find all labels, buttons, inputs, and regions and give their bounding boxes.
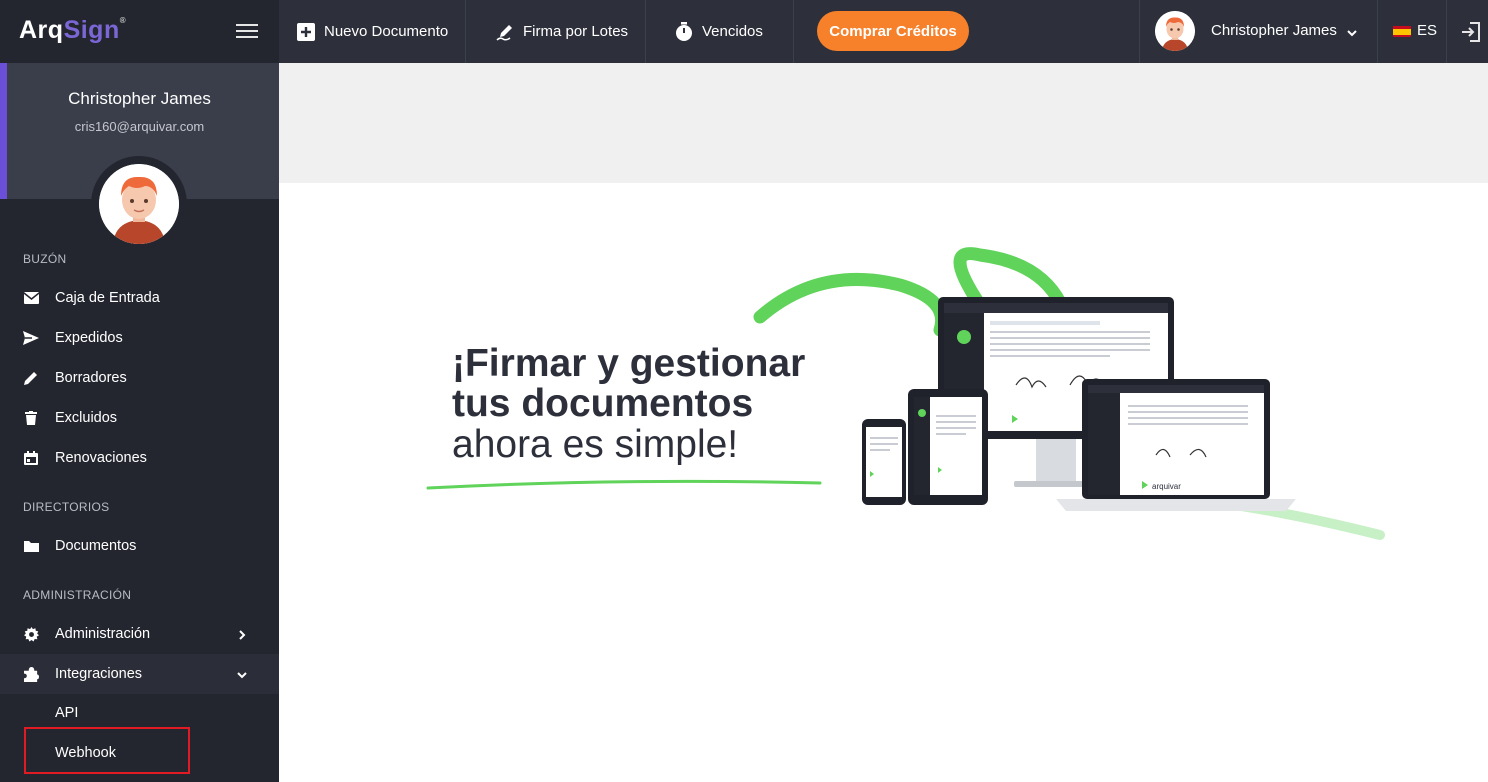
sidebar-item-label: Administración xyxy=(55,626,151,642)
user-menu-name[interactable]: Christopher James xyxy=(1211,22,1337,39)
hero-line-3: ahora es simple! xyxy=(452,423,739,466)
chevron-down-icon xyxy=(236,668,248,680)
section-label-buzon: BUZÓN xyxy=(23,252,67,266)
calendar-icon xyxy=(23,450,39,466)
sidebar-header: ArqSign® xyxy=(0,0,279,63)
menu-toggle-icon[interactable] xyxy=(236,24,258,40)
sidebar-item-label: Documentos xyxy=(55,538,137,554)
sidebar-item-sent[interactable]: Expedidos xyxy=(0,320,279,356)
divider xyxy=(1446,0,1447,63)
divider xyxy=(1377,0,1378,63)
sidebar-item-administration[interactable]: Administración xyxy=(0,616,279,652)
divider xyxy=(645,0,646,63)
sidebar-subitem-label: API xyxy=(55,705,79,721)
user-avatar[interactable] xyxy=(1155,11,1195,51)
puzzle-icon xyxy=(23,666,39,682)
divider xyxy=(793,0,794,63)
language-selector[interactable]: ES xyxy=(1417,22,1437,39)
sidebar-item-integrations[interactable]: Integraciones xyxy=(0,654,279,694)
divider xyxy=(1139,0,1140,63)
spain-flag-icon[interactable] xyxy=(1393,25,1411,37)
sidebar-item-label: Excluidos xyxy=(55,410,118,426)
chevron-right-icon xyxy=(236,628,248,640)
plus-square-icon xyxy=(297,22,315,41)
batch-sign-label: Firma por Lotes xyxy=(523,23,629,40)
section-label-directorios: DIRECTORIOS xyxy=(23,500,110,514)
sidebar-item-renewals[interactable]: Renovaciones xyxy=(0,440,279,476)
folder-icon xyxy=(23,538,39,554)
expired-label: Vencidos xyxy=(702,23,763,40)
pencil-icon xyxy=(23,370,39,386)
signature-pen-icon xyxy=(496,23,514,41)
batch-sign-button[interactable]: Firma por Lotes xyxy=(496,0,628,63)
content-header-band xyxy=(279,63,1488,183)
stopwatch-icon xyxy=(675,22,693,41)
sidebar-item-label: Borradores xyxy=(55,370,127,386)
sidebar-item-label: Renovaciones xyxy=(55,450,147,466)
expired-button[interactable]: Vencidos xyxy=(675,0,763,63)
section-label-administracion: ADMINISTRACIÓN xyxy=(23,588,132,602)
laptop-brand-text: arquivar xyxy=(1152,482,1181,491)
hero-line-1: ¡Firmar y gestionar xyxy=(452,342,806,385)
new-document-button[interactable]: Nuevo Documento xyxy=(297,0,448,63)
sidebar-item-label: Integraciones xyxy=(55,666,143,682)
hero-line-2: tus documentos xyxy=(452,382,754,425)
buy-credits-button[interactable]: Comprar Créditos xyxy=(817,11,969,51)
top-bar: Nuevo Documento Firma por Lotes Vencidos… xyxy=(279,0,1488,63)
app-logo[interactable]: ArqSign® xyxy=(19,16,126,45)
logout-icon[interactable] xyxy=(1460,21,1482,43)
profile-name: Christopher James xyxy=(68,89,211,108)
profile-avatar[interactable] xyxy=(91,156,187,252)
sidebar-item-drafts[interactable]: Borradores xyxy=(0,360,279,396)
divider xyxy=(465,0,466,63)
hero-headline: ¡Firmar y gestionar tus documentos ahora… xyxy=(452,344,852,466)
sidebar-item-inbox[interactable]: Caja de Entrada xyxy=(0,280,279,316)
sidebar: ArqSign® Christopher James cris160@arqui… xyxy=(0,0,279,782)
sidebar-item-label: Caja de Entrada xyxy=(55,290,160,306)
sidebar-item-documents[interactable]: Documentos xyxy=(0,528,279,564)
chevron-down-icon[interactable] xyxy=(1346,26,1358,38)
envelope-icon xyxy=(23,290,39,306)
send-icon xyxy=(23,330,39,346)
new-document-label: Nuevo Documento xyxy=(324,23,449,40)
gear-icon xyxy=(23,626,39,642)
sidebar-item-excluded[interactable]: Excluidos xyxy=(0,400,279,436)
webhook-highlight-box xyxy=(24,727,190,774)
sidebar-item-label: Expedidos xyxy=(55,330,123,346)
profile-email: cris160@arquivar.com xyxy=(74,119,205,134)
trash-icon xyxy=(23,410,39,426)
